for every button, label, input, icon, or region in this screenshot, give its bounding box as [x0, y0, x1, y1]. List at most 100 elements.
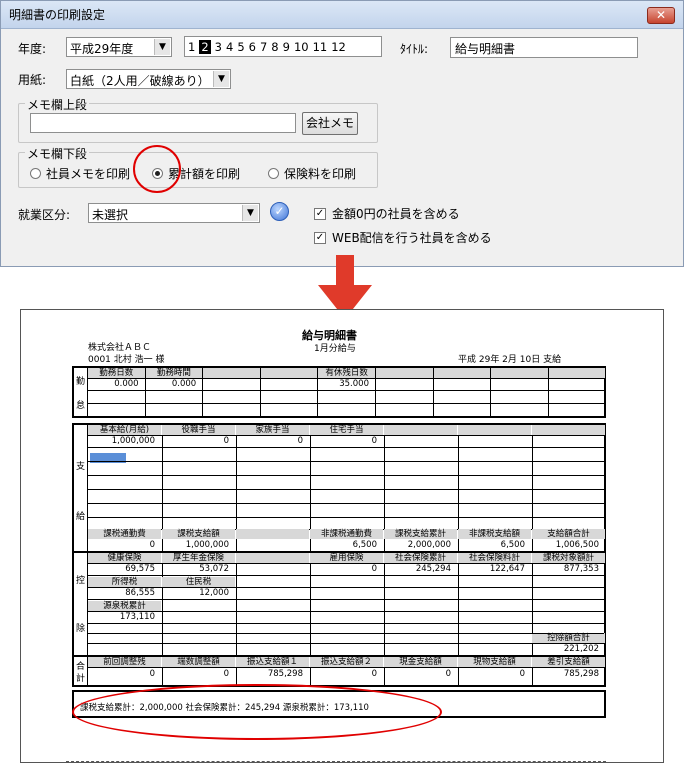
company-memo-button[interactable]: 会社メモ	[302, 112, 358, 135]
month-6[interactable]: 6	[249, 40, 256, 54]
grid-line	[88, 667, 604, 668]
deduction-header	[236, 553, 309, 563]
pay-total-value: 6,500	[352, 540, 377, 550]
check-circle-icon[interactable]: ✓	[270, 202, 289, 221]
dialog-titlebar: 明細書の印刷設定	[1, 1, 683, 29]
year-select[interactable]: 平成29年度 ▼	[66, 37, 172, 57]
pay-total-value: 1,000,000	[185, 540, 229, 550]
month-2[interactable]: 2	[199, 39, 211, 54]
grid-line	[88, 587, 604, 588]
dialog-title: 明細書の印刷設定	[9, 8, 106, 22]
grid-line	[88, 599, 604, 600]
employment-select[interactable]: 未選択 ▼	[88, 203, 260, 223]
month-10[interactable]: 10	[294, 40, 309, 54]
deduction-side-label: 除	[75, 624, 85, 634]
deduction-total-header: 控除額合計	[532, 633, 605, 643]
cut-line	[66, 761, 606, 762]
pay-total-value: 1,006,500	[555, 540, 599, 550]
attendance-value: 0.000	[114, 379, 139, 389]
radio-employee-memo[interactable]: 社員メモを印刷	[30, 165, 130, 182]
pay-total-header	[236, 529, 309, 539]
pay-value: 1,000,000	[111, 436, 155, 446]
paper-select-value: 白紙（2人用／破線あり）	[70, 74, 210, 88]
month-3[interactable]: 3	[215, 40, 222, 54]
grid-line	[88, 378, 604, 379]
title-input[interactable]: 給与明細書	[450, 37, 638, 58]
checkbox-box: ✓	[314, 207, 326, 220]
month-4[interactable]: 4	[226, 40, 233, 54]
grid-line	[88, 517, 604, 518]
month-12[interactable]: 12	[331, 40, 346, 54]
grid-line	[88, 611, 604, 612]
pay-total-value: 0	[149, 540, 155, 550]
grid-line	[88, 575, 604, 576]
grid-line	[88, 623, 604, 624]
paper-label: 用紙:	[18, 73, 47, 87]
deduction-header: 社会保険累計	[384, 553, 457, 563]
attendance-value	[549, 379, 602, 389]
deduction-header: 健康保険	[88, 553, 161, 563]
pay-header	[384, 425, 457, 435]
month-5[interactable]: 5	[237, 40, 244, 54]
pay-total-header: 課税支給累計	[384, 529, 457, 539]
pay-total-header: 支給額合計	[532, 529, 605, 539]
total-side-label: 合	[75, 662, 85, 672]
grid-line	[88, 390, 604, 391]
attendance-value	[261, 379, 314, 389]
attendance-header: 勤務日数	[88, 368, 145, 378]
deduction-value: 53,072	[199, 564, 229, 574]
deduction-value: 245,294	[415, 564, 451, 574]
attendance-value: 35.000	[339, 379, 369, 389]
pay-deduction-grid: 支給控除合計基本給(月給) 1,000,000 役職手当 0 家族手当 0 住宅手当 0 課税通…	[72, 423, 606, 687]
deduction-header: 所得税	[88, 577, 161, 587]
pay-header: 家族手当	[236, 425, 309, 435]
grid-line	[88, 643, 604, 644]
grid-line	[88, 435, 604, 436]
grid-line	[88, 563, 604, 564]
deduction-header: 源泉税累計	[88, 601, 161, 611]
chevron-down-icon: ▼	[213, 71, 229, 87]
month-selector[interactable]: 1 2 3 4 5 6 7 8 9 10 11 12	[184, 36, 382, 57]
attendance-header	[433, 368, 491, 378]
checkbox-include-zero[interactable]: ✓ 金額0円の社員を含める	[314, 205, 460, 222]
attendance-value: 0.000	[171, 379, 197, 389]
month-9[interactable]: 9	[283, 40, 290, 54]
chevron-down-icon: ▼	[242, 205, 258, 221]
memo-lower-label: メモ欄下段	[25, 145, 90, 162]
deduction-value: 877,353	[563, 564, 599, 574]
pay-side-label: 支	[75, 462, 85, 472]
grid-line	[88, 503, 604, 504]
slip-employee: 0001 北村 浩一 様	[88, 355, 165, 365]
memo-upper-input[interactable]	[30, 113, 296, 133]
pay-total-value: 2,000,000	[407, 540, 451, 550]
pay-header: 住宅手当	[310, 425, 383, 435]
total-value: 785,298	[563, 669, 599, 679]
paper-select[interactable]: 白紙（2人用／破線あり） ▼	[66, 69, 231, 89]
employment-label: 就業区分:	[18, 208, 71, 222]
month-1[interactable]: 1	[188, 40, 195, 54]
pay-value	[532, 436, 601, 446]
month-11[interactable]: 11	[313, 40, 328, 54]
checkbox-include-web[interactable]: ✓ WEB配信を行う社員を含める	[314, 229, 492, 246]
total-value: 0	[445, 669, 451, 679]
attendance-header	[376, 368, 433, 378]
attendance-header: 勤務時間	[145, 368, 203, 378]
month-7[interactable]: 7	[260, 40, 267, 54]
radio-insurance[interactable]: 保険料を印刷	[268, 165, 356, 182]
total-header: 現物支給額	[458, 657, 531, 667]
month-8[interactable]: 8	[271, 40, 278, 54]
grid-line	[88, 633, 604, 634]
pay-total-header: 非課税支給額	[458, 529, 531, 539]
radio-dot	[268, 168, 279, 179]
pay-value: 0	[297, 436, 303, 446]
pay-total-value	[236, 540, 305, 550]
attendance-header: 有休残日数	[318, 368, 375, 378]
checkbox-label: 金額0円の社員を含める	[332, 207, 460, 221]
grid-line	[88, 489, 604, 490]
pay-header: 基本給(月給)	[88, 425, 161, 435]
attendance-side-label: 勤	[75, 377, 85, 387]
highlight-circle	[133, 145, 181, 193]
close-button[interactable]: ✕	[647, 7, 675, 24]
title-input-value: 給与明細書	[455, 42, 516, 56]
deduction-total-value: 221,202	[563, 644, 599, 654]
